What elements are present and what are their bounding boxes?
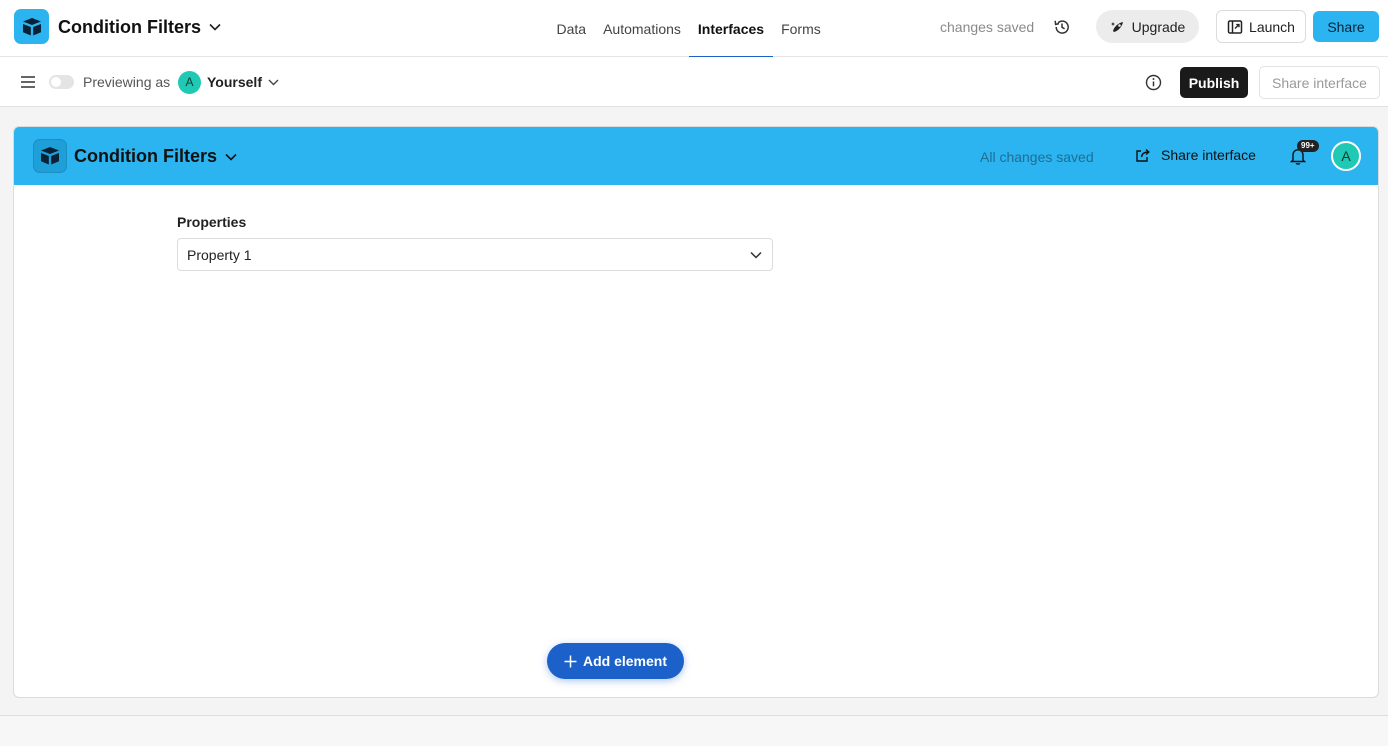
field-label: Properties bbox=[177, 214, 247, 230]
add-element-label: Add element bbox=[582, 653, 667, 669]
avatar[interactable]: A bbox=[1331, 141, 1361, 171]
plus-icon bbox=[564, 655, 577, 668]
notification-badge: 99+ bbox=[1297, 140, 1319, 152]
base-title-dropdown[interactable]: Condition Filters bbox=[58, 16, 221, 38]
interface-save-status: All changes saved bbox=[980, 149, 1094, 165]
airtable-logo-icon[interactable] bbox=[14, 9, 49, 44]
interface-toolbar: Previewing as A Yourself Publish Share i… bbox=[0, 57, 1388, 107]
preview-toggle[interactable] bbox=[49, 75, 74, 89]
toggle-knob bbox=[51, 77, 61, 87]
upgrade-button[interactable]: Upgrade bbox=[1096, 10, 1199, 43]
tab-data[interactable]: Data bbox=[548, 0, 595, 57]
airtable-logo-icon bbox=[33, 139, 67, 173]
page-footer-area bbox=[0, 715, 1388, 746]
main-nav: Data Automations Interfaces Forms bbox=[548, 0, 830, 58]
chevron-down-icon bbox=[225, 153, 237, 161]
tab-interfaces[interactable]: Interfaces bbox=[689, 0, 773, 58]
base-title: Condition Filters bbox=[58, 16, 201, 37]
chevron-down-icon bbox=[268, 79, 279, 86]
app-topbar: Condition Filters Data Automations Inter… bbox=[0, 0, 1388, 58]
previewing-label: Previewing as bbox=[83, 74, 171, 90]
interface-canvas: Condition Filters All changes saved Shar… bbox=[13, 126, 1379, 698]
chevron-down-icon bbox=[750, 251, 762, 259]
properties-select-value: Property 1 bbox=[187, 246, 252, 263]
launch-icon bbox=[1227, 19, 1243, 35]
share-interface-button[interactable]: Share interface bbox=[1259, 66, 1380, 99]
tab-forms[interactable]: Forms bbox=[773, 0, 830, 57]
interface-header: Condition Filters All changes saved Shar… bbox=[14, 127, 1378, 185]
interface-share-button[interactable]: Share interface bbox=[1135, 147, 1256, 163]
interface-share-label: Share interface bbox=[1161, 147, 1256, 163]
interface-title: Condition Filters bbox=[74, 146, 217, 166]
publish-button[interactable]: Publish bbox=[1180, 67, 1248, 98]
interface-title-dropdown[interactable]: Condition Filters bbox=[74, 146, 237, 167]
share-arrow-icon bbox=[1135, 147, 1151, 163]
menu-icon[interactable] bbox=[18, 73, 38, 91]
history-icon[interactable] bbox=[1052, 17, 1072, 37]
tab-automations[interactable]: Automations bbox=[595, 0, 690, 57]
launch-label: Launch bbox=[1249, 18, 1295, 35]
share-button[interactable]: Share bbox=[1313, 11, 1379, 42]
info-icon[interactable] bbox=[1145, 74, 1162, 91]
add-element-button[interactable]: Add element bbox=[547, 643, 684, 679]
preview-user-name: Yourself bbox=[207, 74, 262, 90]
chevron-down-icon bbox=[209, 23, 221, 31]
upgrade-label: Upgrade bbox=[1131, 18, 1186, 35]
launch-button[interactable]: Launch bbox=[1216, 10, 1306, 43]
preview-user-dropdown[interactable]: A Yourself bbox=[178, 70, 279, 94]
properties-select[interactable]: Property 1 bbox=[177, 238, 773, 271]
sparkle-rocket-icon bbox=[1110, 19, 1126, 35]
save-status: changes saved bbox=[940, 19, 1035, 35]
avatar: A bbox=[178, 70, 201, 94]
